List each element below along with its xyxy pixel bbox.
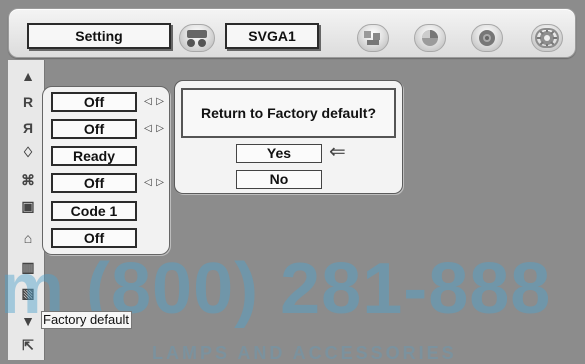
menu-value-2-arrows[interactable]: ◁ ▷ <box>144 122 164 136</box>
dialog-question: Return to Factory default? <box>181 88 396 138</box>
sidebar: ▲ R Я ♢ ⌘ ▣ ⌂ ▥ ▧ ▼ ⇱ <box>8 60 45 360</box>
reset-icon[interactable]: ▧ <box>18 284 38 302</box>
left-arrow-icon: ◁ <box>144 123 152 134</box>
factory-default-dialog: Return to Factory default? Yes ⇐ No <box>174 80 403 194</box>
setting-menu-label: Setting <box>27 23 171 49</box>
watermark-phone: m (800) 281-888 <box>0 253 552 329</box>
down-arrow-icon[interactable]: ▼ <box>18 312 38 330</box>
menu-value-3[interactable]: Ready <box>51 146 137 166</box>
setting-icon[interactable] <box>531 24 563 52</box>
setting-values-panel: Off ◁ ▷ Off ◁ ▷ Ready Off ◁ ▷ Code 1 Off <box>42 86 170 255</box>
sound-icon[interactable] <box>471 24 503 52</box>
pc-adjust-icon-graphic <box>364 31 380 45</box>
filter-icon[interactable]: ▥ <box>18 258 38 276</box>
color-icon[interactable] <box>414 24 446 52</box>
ceiling-icon[interactable]: R <box>18 93 38 111</box>
right-arrow-icon: ▷ <box>156 123 164 134</box>
current-source-label: SVGA1 <box>225 23 319 49</box>
yes-button[interactable]: Yes <box>236 144 322 163</box>
right-arrow-icon: ▷ <box>156 177 164 188</box>
menu-value-1-arrows[interactable]: ◁ ▷ <box>144 95 164 109</box>
screen-icon[interactable]: ⌘ <box>18 171 38 189</box>
menu-value-5[interactable]: Code 1 <box>51 201 137 221</box>
color-icon-graphic <box>422 30 438 46</box>
setting-icon-graphic <box>537 28 557 48</box>
pc-adjust-icon[interactable] <box>357 24 389 52</box>
left-arrow-icon: ◁ <box>144 96 152 107</box>
rear-icon[interactable]: Я <box>18 119 38 137</box>
menu-value-2[interactable]: Off <box>51 119 137 139</box>
right-arrow-icon: ▷ <box>156 96 164 107</box>
remote-icon[interactable]: ▣ <box>18 197 38 215</box>
selection-arrow-icon: ⇐ <box>329 141 346 163</box>
menu-value-4[interactable]: Off <box>51 173 137 193</box>
menu-value-4-arrows[interactable]: ◁ ▷ <box>144 176 164 190</box>
sound-icon-graphic <box>479 30 495 46</box>
lamp-icon[interactable]: ♢ <box>18 143 38 161</box>
left-arrow-icon: ◁ <box>144 177 152 188</box>
projector-menu-screen: Setting SVGA1 ▲ R Я ♢ ⌘ ▣ ⌂ ▥ ▧ ▼ ⇱ Off … <box>0 0 585 364</box>
input-source-icon[interactable] <box>179 24 215 52</box>
up-arrow-icon[interactable]: ▲ <box>18 67 38 85</box>
watermark-subtext: LAMPS AND ACCESSORIES <box>152 343 457 363</box>
no-button[interactable]: No <box>236 170 322 189</box>
security-icon[interactable]: ⌂ <box>18 229 38 247</box>
exit-icon[interactable]: ⇱ <box>18 336 38 354</box>
factory-default-tooltip: Factory default <box>41 311 132 329</box>
menu-value-1[interactable]: Off <box>51 92 137 112</box>
menu-value-6[interactable]: Off <box>51 228 137 248</box>
input-source-icon-graphic <box>187 30 207 47</box>
top-toolbar: Setting SVGA1 <box>8 8 576 58</box>
